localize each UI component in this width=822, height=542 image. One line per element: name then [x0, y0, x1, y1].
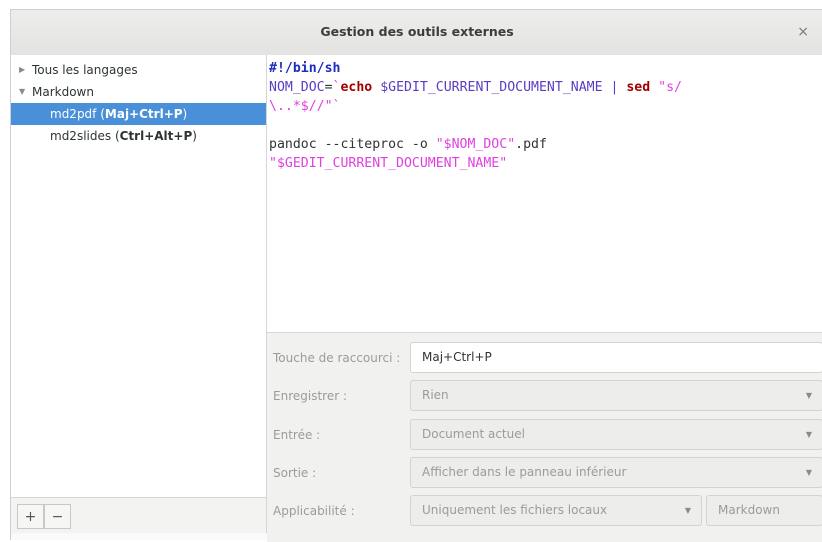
save-row: Enregistrer : Rien ▼ — [267, 380, 822, 412]
tree-item-all-languages[interactable]: ▶ Tous les langages — [11, 59, 266, 81]
save-label: Enregistrer : — [273, 389, 347, 403]
tree-item-markdown[interactable]: ▼ Markdown — [11, 81, 266, 103]
code-token: "s/ — [658, 80, 682, 95]
code-token: | — [602, 80, 627, 95]
input-value: Document actuel — [422, 427, 525, 441]
languages-select[interactable]: Markdown — [706, 495, 822, 526]
output-value: Afficher dans le panneau inférieur — [422, 465, 627, 479]
dialog-title: Gestion des outils externes — [320, 24, 514, 39]
title-bar[interactable]: Gestion des outils externes × — [11, 10, 822, 56]
code-token: NOM_DOC — [269, 80, 325, 95]
code-token: "$GEDIT_CURRENT_DOCUMENT_NAME" — [269, 156, 508, 171]
tool-name: md2slides — [50, 129, 112, 143]
code-token: sed — [626, 80, 651, 95]
shortcut-label: Touche de raccourci : — [273, 351, 401, 365]
tool-shortcut: Ctrl+Alt+P — [119, 129, 193, 143]
chevron-down-icon: ▼ — [684, 506, 691, 515]
tool-shortcut: Maj+Ctrl+P — [104, 107, 183, 121]
remove-tool-button[interactable]: − — [44, 504, 71, 529]
applicability-row: Applicabilité : Uniquement les fichiers … — [267, 495, 822, 527]
expander-down-icon[interactable]: ▼ — [19, 81, 25, 103]
code-token: \..*$//"` — [269, 99, 341, 114]
code-token: = — [324, 80, 333, 95]
input-row: Entrée : Document actuel ▼ — [267, 419, 822, 451]
code-token: "$NOM_DOC" — [435, 137, 516, 152]
tools-tree: ▶ Tous les langages ▼ Markdown md2pdf (M… — [11, 55, 267, 497]
chevron-down-icon: ▼ — [805, 468, 812, 477]
tree-item-md2pdf[interactable]: md2pdf (Maj+Ctrl+P) — [11, 103, 266, 125]
code-token: #!/bin/sh — [269, 61, 341, 76]
code-line[interactable]: pandoc --citeproc -o "$NOM_DOC".pdf — [269, 135, 822, 154]
code-token: pandoc --citeproc -o — [269, 137, 436, 152]
save-select[interactable]: Rien ▼ — [410, 380, 822, 411]
shortcut-field[interactable]: Maj+Ctrl+P — [410, 342, 822, 373]
tree-item-md2slides[interactable]: md2slides (Ctrl+Alt+P) — [11, 125, 266, 147]
output-label: Sortie : — [273, 466, 317, 480]
code-token: $GEDIT_CURRENT_DOCUMENT_NAME — [380, 80, 603, 95]
tree-item-label: Markdown — [32, 85, 94, 99]
tool-properties: Touche de raccourci : Maj+Ctrl+P Enregis… — [267, 332, 822, 542]
output-select[interactable]: Afficher dans le panneau inférieur ▼ — [410, 457, 822, 488]
code-line[interactable] — [269, 116, 822, 135]
tool-name: md2pdf — [50, 107, 97, 121]
code-line[interactable]: \..*$//"` — [269, 97, 822, 116]
chevron-down-icon: ▼ — [805, 430, 812, 439]
code-token: echo — [340, 80, 373, 95]
code-token: .pdf — [515, 137, 547, 152]
add-tool-button[interactable]: + — [17, 504, 44, 529]
input-select[interactable]: Document actuel ▼ — [410, 419, 822, 450]
output-row: Sortie : Afficher dans le panneau inféri… — [267, 457, 822, 489]
applicability-label: Applicabilité : — [273, 504, 355, 518]
close-icon[interactable]: × — [797, 24, 809, 40]
expander-right-icon[interactable]: ▶ — [19, 59, 25, 81]
input-label: Entrée : — [273, 428, 321, 442]
external-tools-dialog: Gestion des outils externes × ▶ Tous les… — [10, 9, 822, 542]
shortcut-row: Touche de raccourci : Maj+Ctrl+P — [267, 342, 822, 374]
save-value: Rien — [422, 388, 449, 402]
code-line[interactable]: #!/bin/sh — [269, 59, 822, 78]
applicability-select[interactable]: Uniquement les fichiers locaux ▼ — [410, 495, 702, 526]
tree-toolbar: + − — [11, 497, 267, 533]
script-editor[interactable]: #!/bin/sh NOM_DOC=`echo $GEDIT_CURRENT_DO… — [267, 55, 822, 332]
tree-item-label: Tous les langages — [32, 63, 138, 77]
chevron-down-icon: ▼ — [805, 391, 812, 400]
code-line[interactable]: "$GEDIT_CURRENT_DOCUMENT_NAME" — [269, 154, 822, 173]
applicability-value: Uniquement les fichiers locaux — [422, 503, 608, 517]
code-line[interactable]: NOM_DOC=`echo $GEDIT_CURRENT_DOCUMENT_NA… — [269, 78, 822, 97]
